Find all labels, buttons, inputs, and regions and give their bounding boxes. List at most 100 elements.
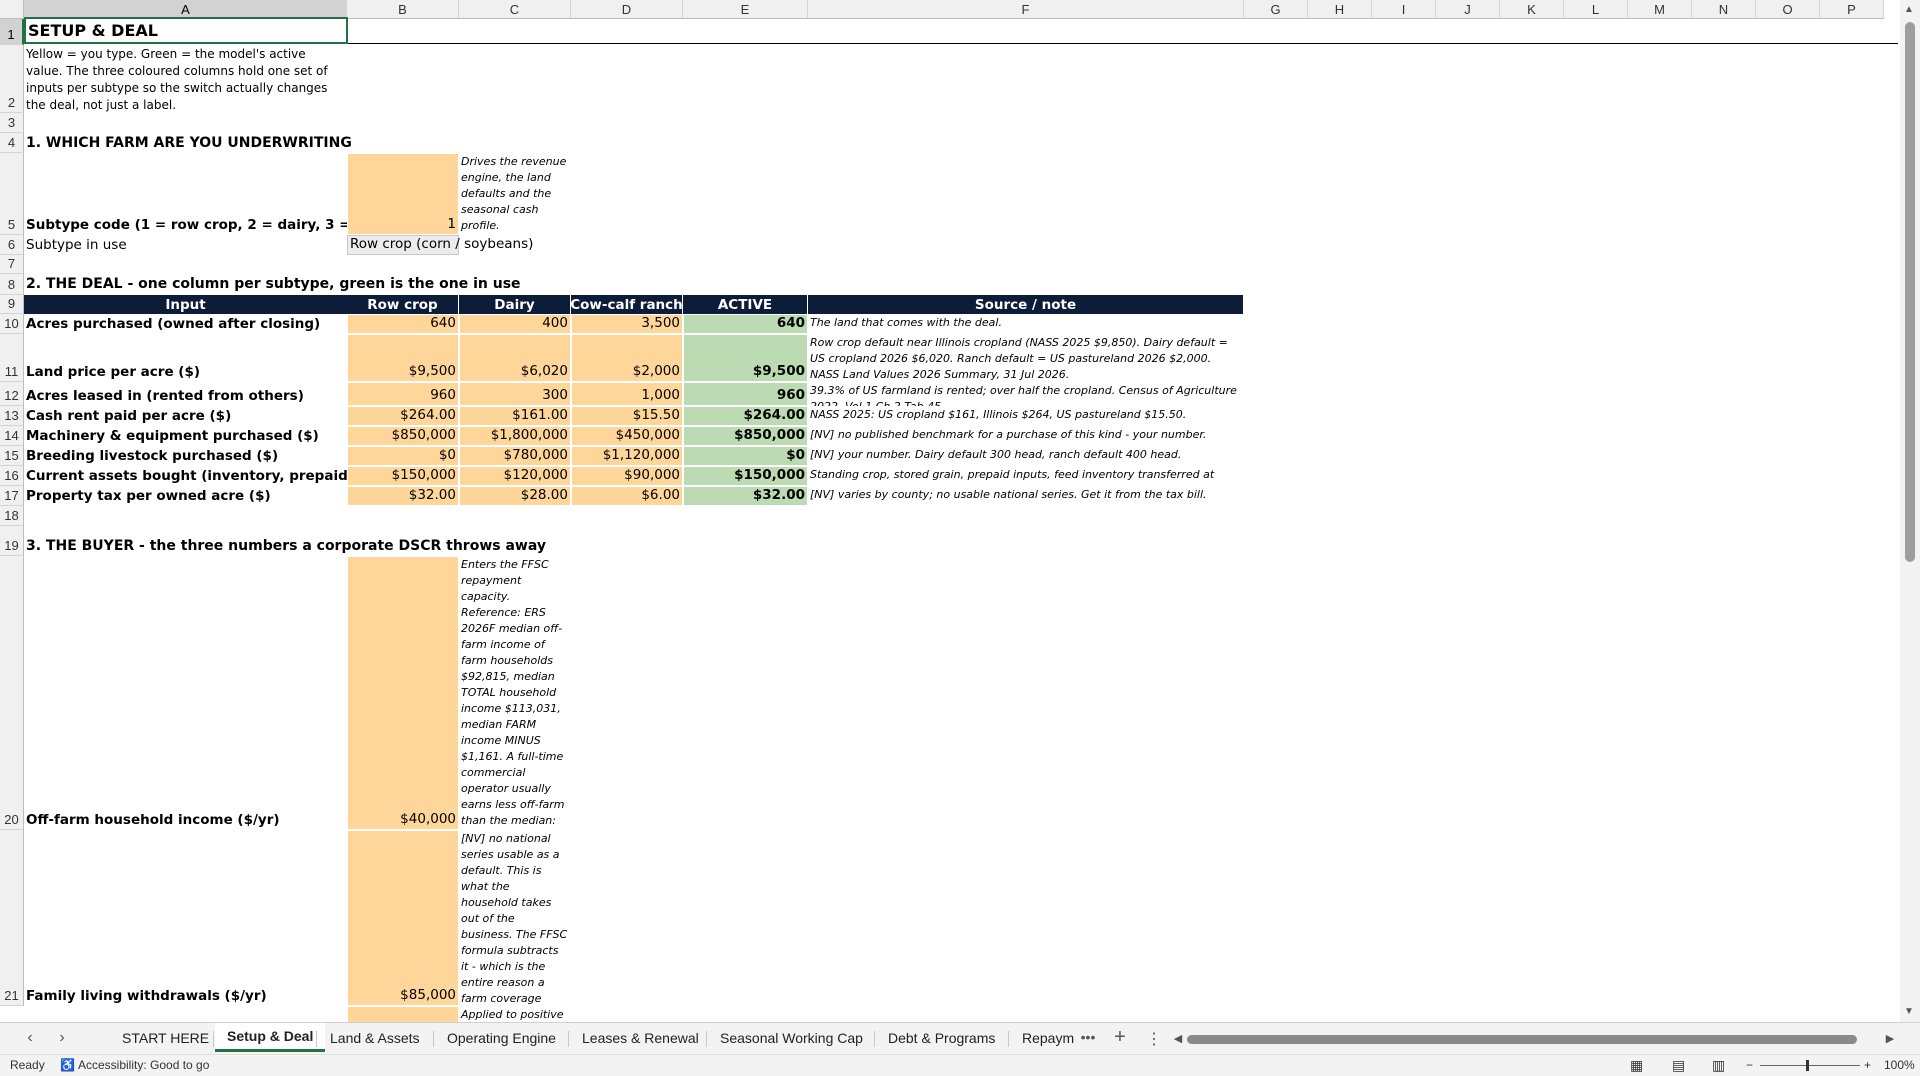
row-header-18[interactable]: 18 xyxy=(0,506,24,526)
cell-a2-intro[interactable]: Yellow = you type. Green = the model's a… xyxy=(24,45,348,113)
vertical-scroll-thumb[interactable] xyxy=(1905,22,1915,562)
normal-view-icon[interactable]: ▦ xyxy=(1630,1057,1643,1074)
deal-row-1-input-label[interactable]: Acres purchased (owned after closing) xyxy=(24,314,348,334)
deal-row-7-ranch-input[interactable]: $90,000 xyxy=(571,466,683,486)
deal-row-4-active-value[interactable]: $264.00 xyxy=(683,406,808,426)
deal-row-7-dairy-input[interactable]: $120,000 xyxy=(459,466,571,486)
row-header-4[interactable]: 4 xyxy=(0,133,24,153)
deal-header-active[interactable]: ACTIVE xyxy=(683,295,808,314)
prev-sheet-icon[interactable]: ‹ xyxy=(20,1029,40,1047)
row-header-13[interactable]: 13 xyxy=(0,406,24,426)
deal-header-row-crop[interactable]: Row crop xyxy=(347,295,459,314)
row-header-17[interactable]: 17 xyxy=(0,486,24,506)
family-living-note[interactable]: [NV] no national series usable as a defa… xyxy=(459,830,571,1006)
horizontal-scrollbar[interactable] xyxy=(1175,1032,1875,1046)
deal-row-5-source-note[interactable]: [NV] no published benchmark for a purcha… xyxy=(808,426,1244,446)
section2-heading[interactable]: 2. THE DEAL - one column per subtype, gr… xyxy=(24,274,624,294)
deal-row-8-row-crop-input[interactable]: $32.00 xyxy=(347,486,459,506)
deal-row-3-input-label[interactable]: Acres leased in (rented from others) xyxy=(24,382,348,406)
column-header-j[interactable]: J xyxy=(1436,0,1500,19)
family-living-label[interactable]: Family living withdrawals ($/yr) xyxy=(24,830,348,1006)
zoom-slider-track[interactable] xyxy=(1760,1065,1860,1066)
scroll-down-icon[interactable]: ▼ xyxy=(1904,1006,1914,1017)
deal-row-8-dairy-input[interactable]: $28.00 xyxy=(459,486,571,506)
deal-row-3-dairy-input[interactable]: 300 xyxy=(459,382,571,406)
deal-row-1-source-note[interactable]: The land that comes with the deal. xyxy=(808,314,1244,334)
column-header-c[interactable]: C xyxy=(459,0,571,19)
row-header-12[interactable]: 12 xyxy=(0,382,24,406)
deal-row-2-ranch-input[interactable]: $2,000 xyxy=(571,334,683,382)
column-header-p[interactable]: P xyxy=(1820,0,1884,19)
deal-row-2-input-label[interactable]: Land price per acre ($) xyxy=(24,334,348,382)
accessibility-status[interactable]: Accessibility: Good to go xyxy=(78,1058,209,1072)
sheet-tab-debt-programs[interactable]: Debt & Programs xyxy=(876,1023,1007,1054)
row-header-1[interactable]: 1 xyxy=(0,19,24,45)
hscroll-right-icon[interactable]: ▶ xyxy=(1880,1032,1900,1045)
page-break-icon[interactable]: ▥ xyxy=(1712,1057,1725,1074)
sheet-tab-seasonal-working-cap[interactable]: Seasonal Working Cap xyxy=(708,1023,875,1054)
next-sheet-icon[interactable]: › xyxy=(52,1029,72,1047)
section3-heading[interactable]: 3. THE BUYER - the three numbers a corpo… xyxy=(24,536,624,556)
deal-row-4-input-label[interactable]: Cash rent paid per acre ($) xyxy=(24,406,348,426)
zoom-out-icon[interactable]: − xyxy=(1746,1058,1753,1072)
deal-header-input[interactable]: Input xyxy=(24,295,348,314)
sheet-tab-leases-renewal[interactable]: Leases & Renewal xyxy=(570,1023,711,1054)
zoom-slider-thumb[interactable] xyxy=(1806,1060,1809,1071)
deal-row-3-ranch-input[interactable]: 1,000 xyxy=(571,382,683,406)
column-header-e[interactable]: E xyxy=(683,0,808,19)
column-header-h[interactable]: H xyxy=(1308,0,1372,19)
sheet-tab-operating-engine[interactable]: Operating Engine xyxy=(435,1023,568,1054)
offfarm-income-note[interactable]: Enters the FFSC repayment capacity. Refe… xyxy=(459,556,571,830)
deal-header-source[interactable]: Source / note xyxy=(808,295,1244,314)
offfarm-income-input[interactable]: $40,000 xyxy=(347,556,459,830)
subtype-code-label[interactable]: Subtype code (1 = row crop, 2 = dairy, 3… xyxy=(24,153,348,235)
next-row-input[interactable] xyxy=(347,1006,459,1022)
column-header-l[interactable]: L xyxy=(1564,0,1628,19)
row-header-16[interactable]: 16 xyxy=(0,466,24,486)
deal-row-1-dairy-input[interactable]: 400 xyxy=(459,314,571,334)
deal-row-3-row-crop-input[interactable]: 960 xyxy=(347,382,459,406)
deal-row-7-row-crop-input[interactable]: $150,000 xyxy=(347,466,459,486)
next-row-note[interactable]: Applied to positive xyxy=(459,1006,571,1022)
row-header-11[interactable]: 11 xyxy=(0,334,24,382)
deal-row-4-dairy-input[interactable]: $161.00 xyxy=(459,406,571,426)
deal-row-8-source-note[interactable]: [NV] varies by county; no usable nationa… xyxy=(808,486,1244,506)
deal-row-5-active-value[interactable]: $850,000 xyxy=(683,426,808,446)
select-all-corner[interactable] xyxy=(0,0,24,19)
row-header-7[interactable]: 7 xyxy=(0,255,24,274)
deal-row-6-source-note[interactable]: [NV] your number. Dairy default 300 head… xyxy=(808,446,1244,466)
deal-row-8-ranch-input[interactable]: $6.00 xyxy=(571,486,683,506)
family-living-input[interactable]: $85,000 xyxy=(347,830,459,1006)
deal-row-3-active-value[interactable]: 960 xyxy=(683,382,808,406)
column-header-f[interactable]: F xyxy=(808,0,1244,19)
column-header-b[interactable]: B xyxy=(347,0,459,19)
tab-options-icon[interactable]: ⋮ xyxy=(1144,1029,1164,1049)
page-layout-icon[interactable]: ▤ xyxy=(1672,1057,1685,1074)
deal-row-6-active-value[interactable]: $0 xyxy=(683,446,808,466)
deal-row-4-source-note[interactable]: NASS 2025: US cropland $161, Illinois $2… xyxy=(808,406,1244,426)
spreadsheet-grid[interactable]: ABCDEFGHIJKLMNOP 1 2 3 4 5 6 7 8 9 10 11 12 13 14 15 16… xyxy=(0,0,1900,1022)
vertical-scrollbar[interactable]: ▲ ▼ xyxy=(1900,0,1920,1022)
deal-row-1-row-crop-input[interactable]: 640 xyxy=(347,314,459,334)
deal-row-8-active-value[interactable]: $32.00 xyxy=(683,486,808,506)
row-header-14[interactable]: 14 xyxy=(0,426,24,446)
deal-row-7-source-note[interactable]: Standing crop, stored grain, prepaid inp… xyxy=(808,466,1244,486)
column-header-d[interactable]: D xyxy=(571,0,683,19)
row-header-3[interactable]: 3 xyxy=(0,113,24,133)
section1-heading[interactable]: 1. WHICH FARM ARE YOU UNDERWRITING xyxy=(24,133,424,153)
row-header-2[interactable]: 2 xyxy=(0,45,24,113)
deal-row-6-input-label[interactable]: Breeding livestock purchased ($) xyxy=(24,446,348,466)
column-header-k[interactable]: K xyxy=(1500,0,1564,19)
deal-header-dairy[interactable]: Dairy xyxy=(459,295,571,314)
deal-row-8-input-label[interactable]: Property tax per owned acre ($) xyxy=(24,486,348,506)
zoom-level[interactable]: 100% xyxy=(1884,1058,1915,1072)
subtype-in-use-value[interactable]: Row crop (corn / soybeans) xyxy=(347,235,533,255)
column-header-o[interactable]: O xyxy=(1756,0,1820,19)
deal-row-3-source-note[interactable]: 39.3% of US farmland is rented; over hal… xyxy=(808,382,1244,406)
row-header-15[interactable]: 15 xyxy=(0,446,24,466)
sheet-tab-start-here[interactable]: START HERE xyxy=(110,1023,221,1054)
deal-row-2-row-crop-input[interactable]: $9,500 xyxy=(347,334,459,382)
row-header-10[interactable]: 10 xyxy=(0,314,24,334)
column-header-i[interactable]: I xyxy=(1372,0,1436,19)
more-tabs-icon[interactable]: ••• xyxy=(1078,1029,1098,1045)
